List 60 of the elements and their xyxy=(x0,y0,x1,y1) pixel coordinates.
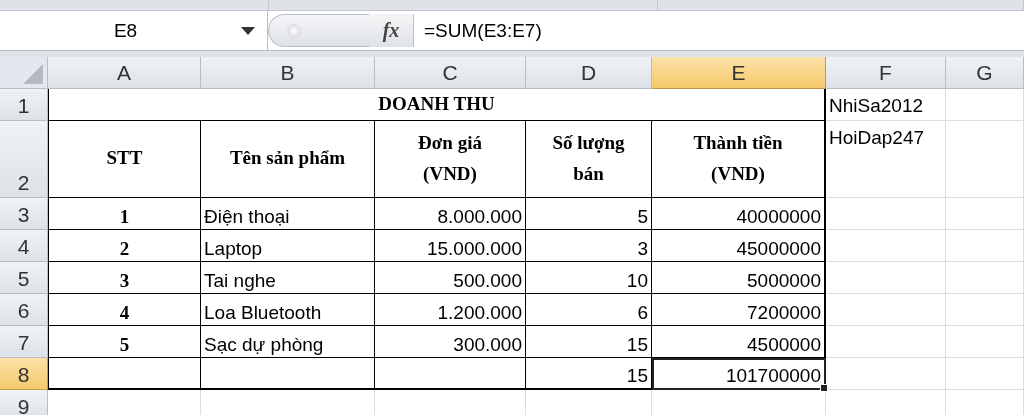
table-cell[interactable]: Thành tiền (VND) xyxy=(652,121,826,198)
row-header[interactable]: 9 xyxy=(0,390,48,415)
column-header[interactable]: C xyxy=(375,57,526,89)
row-header[interactable]: 5 xyxy=(0,262,48,294)
table-cell[interactable]: Loa Bluetooth xyxy=(201,294,375,326)
table-cell[interactable]: 8.000.000 xyxy=(375,198,526,230)
table-cell[interactable]: 4 xyxy=(48,294,201,326)
column-header[interactable]: G xyxy=(946,57,1024,89)
row-header[interactable]: 1 xyxy=(0,89,48,121)
column-header[interactable]: F xyxy=(826,57,946,89)
caret-icon[interactable] xyxy=(241,26,255,35)
table-cell[interactable]: Tên sản phẩm xyxy=(201,121,375,198)
table-cell[interactable]: 10 xyxy=(526,262,652,294)
table-cell[interactable]: Tai nghe xyxy=(201,262,375,294)
row-header[interactable]: 6 xyxy=(0,294,48,326)
table-cell[interactable]: 5 xyxy=(526,198,652,230)
table-cell[interactable]: DOANH THU xyxy=(48,89,826,121)
resize-handle-icon[interactable] xyxy=(287,23,301,38)
table-cell[interactable]: Sạc dự phòng xyxy=(201,326,375,358)
column-header[interactable]: D xyxy=(526,57,652,89)
column-header[interactable]: A xyxy=(48,57,201,89)
row-header[interactable]: 2 xyxy=(0,121,48,198)
empty-cell[interactable] xyxy=(375,358,526,390)
table-cell[interactable]: 500.000 xyxy=(375,262,526,294)
column-header[interactable]: E xyxy=(652,57,826,89)
table-cell[interactable]: 15 xyxy=(526,326,652,358)
row-header[interactable]: 8 xyxy=(0,358,48,390)
table-cell[interactable]: Đơn giá (VND) xyxy=(375,121,526,198)
table-cell[interactable]: NhiSa2012 xyxy=(826,89,946,121)
table-cell[interactable]: 1.200.000 xyxy=(375,294,526,326)
table-cell[interactable]: 5000000 xyxy=(652,262,826,294)
table-cell[interactable]: 101700000 xyxy=(652,358,826,390)
table-cell[interactable]: 2 xyxy=(48,230,201,262)
table-cell[interactable]: Số lượng bán xyxy=(526,121,652,198)
table-cell[interactable]: 45000000 xyxy=(652,230,826,262)
table-cell[interactable]: 6 xyxy=(526,294,652,326)
table-cell[interactable]: 15 xyxy=(526,358,652,390)
table-cell[interactable]: 1 xyxy=(48,198,201,230)
table-cell[interactable]: 15.000.000 xyxy=(375,230,526,262)
table-cell[interactable]: Điện thoại xyxy=(201,198,375,230)
empty-cell[interactable] xyxy=(201,358,375,390)
fill-handle[interactable] xyxy=(820,384,828,392)
table-cell[interactable]: 3 xyxy=(526,230,652,262)
name-box[interactable]: E8 xyxy=(0,11,268,50)
table-cell[interactable]: 5 xyxy=(48,326,201,358)
insert-function-button[interactable]: fx xyxy=(369,14,414,47)
select-all-icon[interactable] xyxy=(23,64,43,84)
formula-field[interactable]: =SUM(E3:E7) xyxy=(414,11,1024,50)
table-cell[interactable]: 3 xyxy=(48,262,201,294)
row-header[interactable]: 7 xyxy=(0,326,48,358)
table-cell[interactable]: STT xyxy=(48,121,201,198)
table-cell[interactable]: 4500000 xyxy=(652,326,826,358)
table-cell[interactable]: 300.000 xyxy=(375,326,526,358)
column-header[interactable]: B xyxy=(201,57,375,89)
table-cell[interactable]: Laptop xyxy=(201,230,375,262)
table-cell[interactable]: HoiDap247 xyxy=(826,121,946,198)
row-header[interactable]: 4 xyxy=(0,230,48,262)
table-cell[interactable]: 40000000 xyxy=(652,198,826,230)
row-header[interactable]: 3 xyxy=(0,198,48,230)
table-cell[interactable]: 7200000 xyxy=(652,294,826,326)
